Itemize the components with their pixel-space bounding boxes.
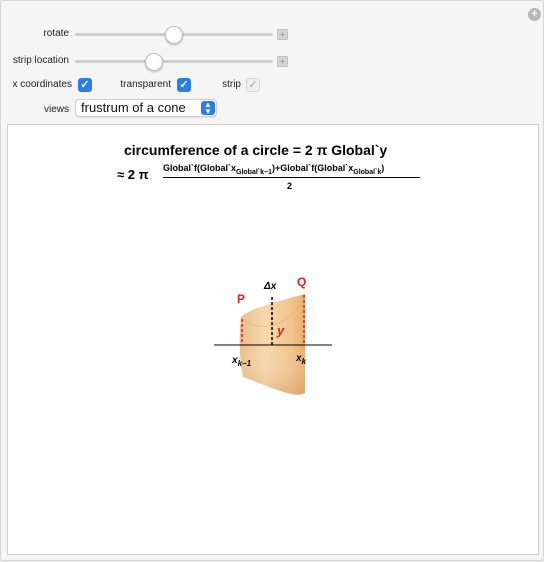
equation-line2-prefix: ≈ 2 π — [117, 167, 149, 182]
rotate-slider-thumb[interactable] — [165, 26, 183, 44]
equation-line1: circumference of a circle = 2 π Global`y — [124, 142, 388, 158]
manipulate-panel: + rotate + strip location + x coordinate… — [0, 0, 544, 561]
transparent-checkbox[interactable]: ✓ — [177, 78, 191, 92]
numerator-sub1: Global`k−1 — [236, 168, 272, 176]
strip-location-expand-button[interactable]: + — [277, 56, 288, 67]
equation-denominator: 2 — [287, 181, 293, 191]
views-selected-value: frustrum of a cone — [81, 100, 186, 115]
views-label: views — [43, 104, 69, 115]
fraction-bar — [163, 177, 420, 178]
strip-location-slider-track[interactable] — [75, 60, 273, 63]
numerator-part1: Global`f(Global`x — [163, 163, 236, 173]
add-icon[interactable]: + — [528, 8, 541, 21]
label-Q: Q — [297, 275, 307, 289]
label-x-k-minus-1: xk−1 — [232, 355, 251, 368]
views-select[interactable]: frustrum of a cone ▲ ▼ — [75, 99, 217, 117]
strip-location-label: strip location — [12, 55, 69, 66]
strip-location-slider-thumb[interactable] — [145, 53, 163, 71]
output-canvas — [7, 124, 539, 555]
x-coordinates-checkbox[interactable]: ✓ — [78, 78, 92, 92]
strip-checkbox: ✓ — [246, 78, 260, 92]
numerator-sub2: Global`k — [353, 168, 382, 176]
xk-sub: k — [301, 357, 307, 366]
label-x-k: xk — [296, 353, 306, 366]
rotate-expand-button[interactable]: + — [277, 29, 288, 40]
rotate-label: rotate — [43, 28, 69, 39]
xk1-sub: k−1 — [237, 359, 252, 368]
select-arrows-icon: ▲ ▼ — [201, 101, 215, 116]
x-coordinates-label: x coordinates — [12, 79, 72, 90]
numerator-part2: )+Global`f(Global`x — [271, 163, 354, 173]
label-P: P — [237, 292, 246, 306]
numerator-part3: ) — [381, 163, 385, 173]
equation-numerator: Global`f(Global`xGlobal`k−1)+Global`f(Gl… — [163, 163, 384, 176]
label-delta-x: Δx — [264, 281, 277, 292]
label-y: y — [277, 323, 285, 338]
strip-label: strip — [222, 79, 241, 90]
transparent-label: transparent — [120, 79, 171, 90]
